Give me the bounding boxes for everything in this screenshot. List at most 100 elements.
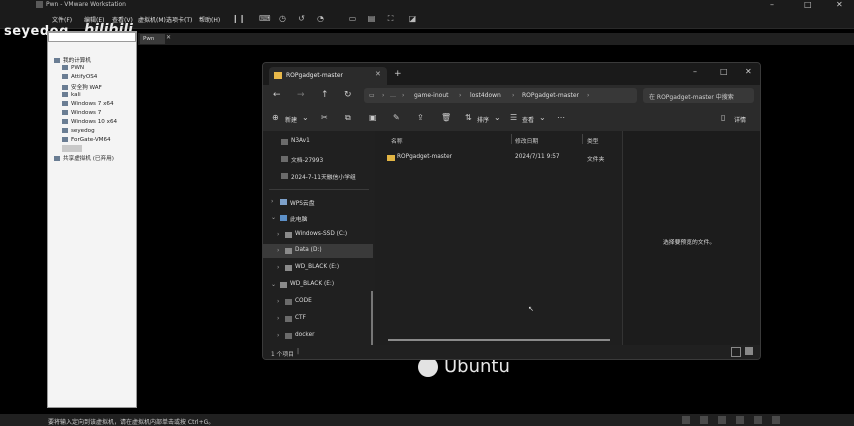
tree-item-vm[interactable]: Windows 7 [62,110,101,116]
tree-item-vm[interactable]: ForGate-VM64 [62,137,111,143]
column-header-type[interactable]: 类型 [587,136,599,145]
tree-item-vm[interactable]: 安全狗 WAF [62,83,102,91]
tiles-view-icon[interactable] [745,347,753,355]
delete-icon[interactable]: 🗑 [441,113,451,122]
copy-icon[interactable]: ⧉ [345,113,351,123]
sort-icon[interactable]: ⇅ [465,113,472,122]
menu-file[interactable]: 文件(F) [52,15,72,24]
tree-item-vm[interactable]: Windows 7 x64 [62,101,114,107]
close-icon[interactable]: ✕ [836,0,843,9]
menu-vm[interactable]: 虚拟机(M) [138,15,166,24]
library-search-input[interactable] [48,32,136,42]
nav-item-wps[interactable]: › WPS云盘 [263,195,373,209]
file-list-scrollbar[interactable] [388,339,610,341]
usb-icon[interactable] [718,416,726,424]
display-icon[interactable] [754,416,762,424]
details-button[interactable]: 详情 [734,115,746,124]
minimize-icon[interactable]: – [770,0,774,9]
snapshot-icon[interactable]: ◷ [278,14,287,23]
tab-close-icon[interactable]: ✕ [166,34,171,41]
library-icon[interactable]: ▭ [348,14,357,23]
tree-item-vm[interactable]: Windows 10 x64 [62,119,117,125]
breadcrumb-item[interactable]: lost4down [470,92,501,99]
refresh-icon[interactable]: ↻ [344,90,352,100]
forward-icon[interactable]: → [297,90,305,100]
menu-tabs[interactable]: 选项卡(T) [166,15,192,24]
send-keys-icon[interactable]: ⌨ [259,14,271,23]
nav-item-this-pc[interactable]: ⌄ 此电脑 [263,211,373,225]
search-input[interactable]: 在 ROPgadget-master 中搜索 [643,88,754,103]
new-tab-icon[interactable]: + [394,69,402,79]
up-icon[interactable]: ↑ [321,90,329,100]
details-icon[interactable]: ▯ [721,113,725,122]
column-separator[interactable] [511,134,512,144]
hdd-icon[interactable] [682,416,690,424]
tree-item-vm[interactable]: kali [62,92,81,98]
menu-help[interactable]: 帮助(H) [199,15,220,24]
column-header-name[interactable]: 名称 [391,136,403,145]
revert-icon[interactable]: ↺ [297,14,306,23]
chevron-down-icon[interactable]: ⌄ [539,113,546,122]
ubuntu-logo [418,357,438,377]
minimize-icon[interactable]: – [693,67,697,76]
table-row[interactable]: ROPgadget-master 2024/7/11 9:57 文件夹 [377,151,620,165]
thumbnail-icon[interactable]: ▤ [367,14,376,23]
file-list: 名称 修改日期 类型 ROPgadget-master 2024/7/11 9:… [375,131,622,345]
view-button[interactable]: 查看 [522,115,534,124]
view-icon[interactable]: ☰ [510,113,517,122]
nav-item-drive[interactable]: › Windows-SSD (C:) [263,228,373,242]
column-header-modified[interactable]: 修改日期 [515,136,538,145]
fullscreen-icon[interactable]: ⛶ [386,14,395,23]
share-icon[interactable]: ⇪ [417,113,424,122]
new-button[interactable]: 新建 [285,115,297,124]
details-view-icon[interactable] [731,347,741,357]
address-bar[interactable]: ▭ › … › game-inout › lost4down › ROPgadg… [364,88,637,103]
tree-item-vm-selected[interactable] [62,145,82,152]
more-icon[interactable]: ⋯ [557,113,565,122]
tree-item-vm[interactable]: seyedog [62,128,95,134]
row-type: 文件夹 [587,157,605,163]
cut-icon[interactable]: ✂ [321,113,328,122]
tree-item-my-computer[interactable]: 我的计算机 [54,56,91,64]
file-explorer-window: ROPgadget-master ✕ + – □ ✕ ← → ↑ ↻ ▭ › …… [262,62,761,360]
column-separator[interactable] [582,134,583,144]
explorer-nav-bar: ← → ↑ ↻ ▭ › … › game-inout › lost4down ›… [263,85,760,107]
message-icon[interactable] [772,416,780,424]
pause-icon[interactable]: ❙❙ [232,14,245,23]
breadcrumb-item[interactable]: ROPgadget-master [522,92,579,99]
tree-item-vm[interactable]: PWN [62,65,84,71]
network-icon[interactable] [700,416,708,424]
ellipsis-icon[interactable]: … [390,92,396,99]
back-icon[interactable]: ← [273,90,281,100]
nav-item-folder[interactable]: › CODE [263,295,373,309]
sort-button[interactable]: 排序 [477,115,489,124]
status-message: 要将输入定向到该虚拟机，请在虚拟机内部单击或按 Ctrl+G。 [48,419,215,426]
maximize-icon[interactable]: □ [720,67,728,76]
close-icon[interactable]: ✕ [745,67,752,76]
nav-item[interactable]: N3Av1 [263,135,373,149]
breadcrumb-item[interactable]: game-inout [414,92,448,99]
nav-item[interactable]: 2024-7-11天融信小学组 [263,169,373,183]
explorer-tab-label: ROPgadget-master [286,72,343,79]
maximize-icon[interactable]: □ [804,0,812,9]
nav-item-drive[interactable]: › WD_BLACK (E:) [263,261,373,275]
explorer-tab[interactable]: ROPgadget-master ✕ [269,67,387,85]
row-name: ROPgadget-master [397,154,453,160]
tree-item-shared-vms[interactable]: 共享虚拟机 (已弃用) [54,154,114,162]
rename-icon[interactable]: ✎ [393,113,400,122]
sound-icon[interactable] [736,416,744,424]
paste-icon[interactable]: ▣ [369,113,377,122]
unity-icon[interactable]: ◪ [408,14,417,23]
chevron-down-icon[interactable]: ⌄ [494,113,501,122]
tab-close-icon[interactable]: ✕ [375,70,381,78]
new-icon[interactable]: ⊕ [272,113,279,122]
tree-item-vm[interactable]: AttifyOS4 [62,74,97,80]
nav-item-drive-selected[interactable]: › Data (D:) [263,244,373,258]
tab-pwn[interactable]: Pwn [140,34,165,44]
nav-item-folder[interactable]: › docker [263,329,373,343]
nav-item-drive[interactable]: ⌄ WD_BLACK (E:) [263,278,373,292]
nav-item-folder[interactable]: › CTF [263,312,373,326]
manage-snapshot-icon[interactable]: ◔ [316,14,325,23]
nav-item[interactable]: 文档-27993 [263,152,373,166]
chevron-down-icon[interactable]: ⌄ [302,113,309,122]
